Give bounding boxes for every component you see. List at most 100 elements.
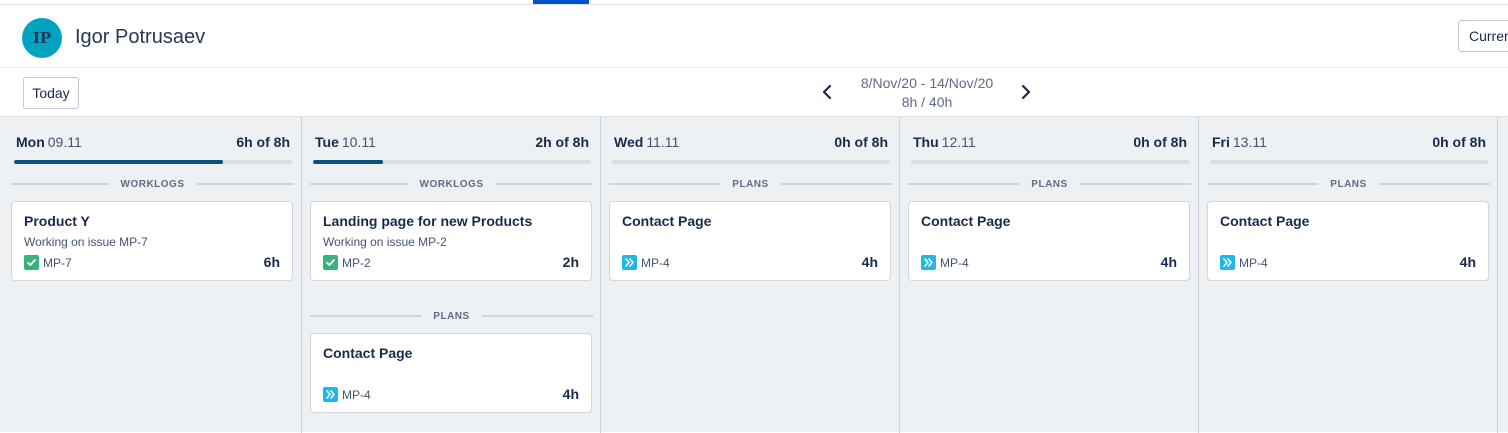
- chevron-left-icon: [822, 84, 832, 100]
- week-toolbar: Today 8/Nov/20 - 14/Nov/20 8h / 40h: [0, 68, 1508, 116]
- day-name: Thu: [913, 134, 939, 150]
- card-hours: 4h: [1160, 254, 1177, 270]
- day-date: 11.11: [646, 134, 680, 150]
- day-header: Thu 12.11: [913, 134, 976, 150]
- section-label-plans: PLANS: [1207, 177, 1490, 191]
- issue-key[interactable]: MP-4: [622, 255, 670, 270]
- date-range: 8/Nov/20 - 14/Nov/20: [860, 75, 994, 91]
- check-icon: [323, 255, 338, 270]
- divider-line: [1207, 183, 1319, 185]
- week-total-hours: 8h / 40h: [901, 94, 953, 110]
- issue-key-text: MP-4: [342, 387, 371, 402]
- card-hours: 4h: [861, 254, 878, 270]
- day-progress-bar: [1210, 160, 1488, 164]
- card-hours: 4h: [1459, 254, 1476, 270]
- card-description: Working on issue MP-2: [323, 235, 447, 249]
- section-label-text: PLANS: [433, 310, 470, 322]
- day-total-hours: 0h of 8h: [834, 134, 888, 150]
- divider-line: [780, 183, 892, 185]
- day-header: Wed 11.11: [614, 134, 679, 150]
- section-label-plans: PLANS: [908, 177, 1191, 191]
- double-chevron-icon: [921, 255, 936, 270]
- worklog-card[interactable]: Contact Page MP-4 4h: [609, 201, 891, 281]
- section-label-text: WORKLOGS: [120, 178, 185, 190]
- double-chevron-icon: [1220, 255, 1235, 270]
- week-range: 8/Nov/20 - 14/Nov/20 8h / 40h: [840, 74, 1014, 112]
- divider-line: [310, 183, 408, 185]
- day-progress-bar: [911, 160, 1189, 164]
- divider-line: [908, 183, 1020, 185]
- today-button[interactable]: Today: [23, 77, 79, 109]
- day-progress-bar: [14, 160, 292, 164]
- divider-line: [1378, 183, 1490, 185]
- issue-key[interactable]: MP-4: [323, 387, 371, 402]
- double-chevron-icon: [622, 255, 637, 270]
- day-name: Tue: [315, 134, 339, 150]
- card-description: Working on issue MP-7: [24, 235, 148, 249]
- card-title: Contact Page: [1220, 213, 1310, 229]
- avatar[interactable]: IP: [22, 18, 62, 58]
- issue-key[interactable]: MP-7: [24, 255, 72, 270]
- section-label-text: WORKLOGS: [419, 178, 484, 190]
- day-progress-bar: [612, 160, 890, 164]
- day-header: Tue 10.11: [315, 134, 376, 150]
- day-date: 12.11: [941, 134, 976, 150]
- day-column-thu: Thu 12.11 0h of 8h PLANS Contact Page MP-4 4h: [900, 117, 1199, 433]
- worklog-card[interactable]: Landing page for new Products Working on …: [310, 201, 592, 281]
- day-column-mon: Mon 09.11 6h of 8h WORKLOGS Product Y Working…: [3, 117, 302, 433]
- day-name: Fri: [1212, 134, 1230, 150]
- divider-line: [495, 183, 593, 185]
- section-label-text: PLANS: [1031, 178, 1068, 190]
- card-hours: 6h: [263, 254, 280, 270]
- day-total-hours: 0h of 8h: [1432, 134, 1486, 150]
- day-total-hours: 2h of 8h: [535, 134, 589, 150]
- card-hours: 4h: [562, 386, 579, 402]
- week-board: Mon 09.11 6h of 8h WORKLOGS Product Y Working…: [0, 116, 1508, 433]
- chevron-right-icon: [1021, 84, 1031, 100]
- day-total-hours: 6h of 8h: [236, 134, 290, 150]
- worklog-card[interactable]: Contact Page MP-4 4h: [310, 333, 592, 413]
- issue-key-text: MP-4: [1239, 255, 1268, 270]
- section-label-worklogs: WORKLOGS: [310, 177, 593, 191]
- day-date: 09.11: [47, 134, 82, 150]
- section-label-plans: PLANS: [310, 309, 593, 323]
- next-week-button[interactable]: [1017, 80, 1035, 104]
- current-button[interactable]: Curren: [1458, 20, 1508, 52]
- user-name: Igor Potrusaev: [75, 26, 206, 48]
- issue-key[interactable]: MP-2: [323, 255, 371, 270]
- issue-key-text: MP-7: [43, 255, 72, 270]
- worklog-card[interactable]: Contact Page MP-4 4h: [908, 201, 1190, 281]
- issue-key[interactable]: MP-4: [1220, 255, 1268, 270]
- day-name: Wed: [614, 134, 644, 150]
- double-chevron-icon: [323, 387, 338, 402]
- worklog-card[interactable]: Product Y Working on issue MP-7 MP-7 6h: [11, 201, 293, 281]
- day-header: Fri 13.11: [1212, 134, 1267, 150]
- divider-line: [196, 183, 294, 185]
- previous-week-button[interactable]: [818, 80, 836, 104]
- day-progress-fill: [313, 160, 383, 164]
- active-tab-indicator: [533, 0, 589, 4]
- day-name: Mon: [16, 134, 45, 150]
- divider-line: [481, 315, 593, 317]
- day-header: Mon 09.11: [16, 134, 82, 150]
- card-title: Product Y: [24, 213, 90, 229]
- day-date: 10.11: [341, 134, 376, 150]
- day-progress-bar: [313, 160, 591, 164]
- card-title: Contact Page: [921, 213, 1011, 229]
- card-title: Landing page for new Products: [323, 213, 533, 229]
- section-label-worklogs: WORKLOGS: [11, 177, 294, 191]
- top-tab-bar: [0, 0, 1508, 5]
- card-hours: 2h: [562, 254, 579, 270]
- issue-key-text: MP-4: [641, 255, 670, 270]
- divider-line: [11, 183, 109, 185]
- section-label-text: PLANS: [732, 178, 769, 190]
- issue-key-text: MP-2: [342, 255, 371, 270]
- section-label-plans: PLANS: [609, 177, 892, 191]
- day-column-tue: Tue 10.11 2h of 8h WORKLOGS Landing page for…: [302, 117, 601, 433]
- worklog-card[interactable]: Contact Page MP-4 4h: [1207, 201, 1489, 281]
- divider-line: [1079, 183, 1191, 185]
- user-header: IP Igor Potrusaev Curren: [0, 6, 1508, 68]
- day-column-fri: Fri 13.11 0h of 8h PLANS Contact Page MP-4 4h: [1199, 117, 1498, 433]
- check-icon: [24, 255, 39, 270]
- issue-key[interactable]: MP-4: [921, 255, 969, 270]
